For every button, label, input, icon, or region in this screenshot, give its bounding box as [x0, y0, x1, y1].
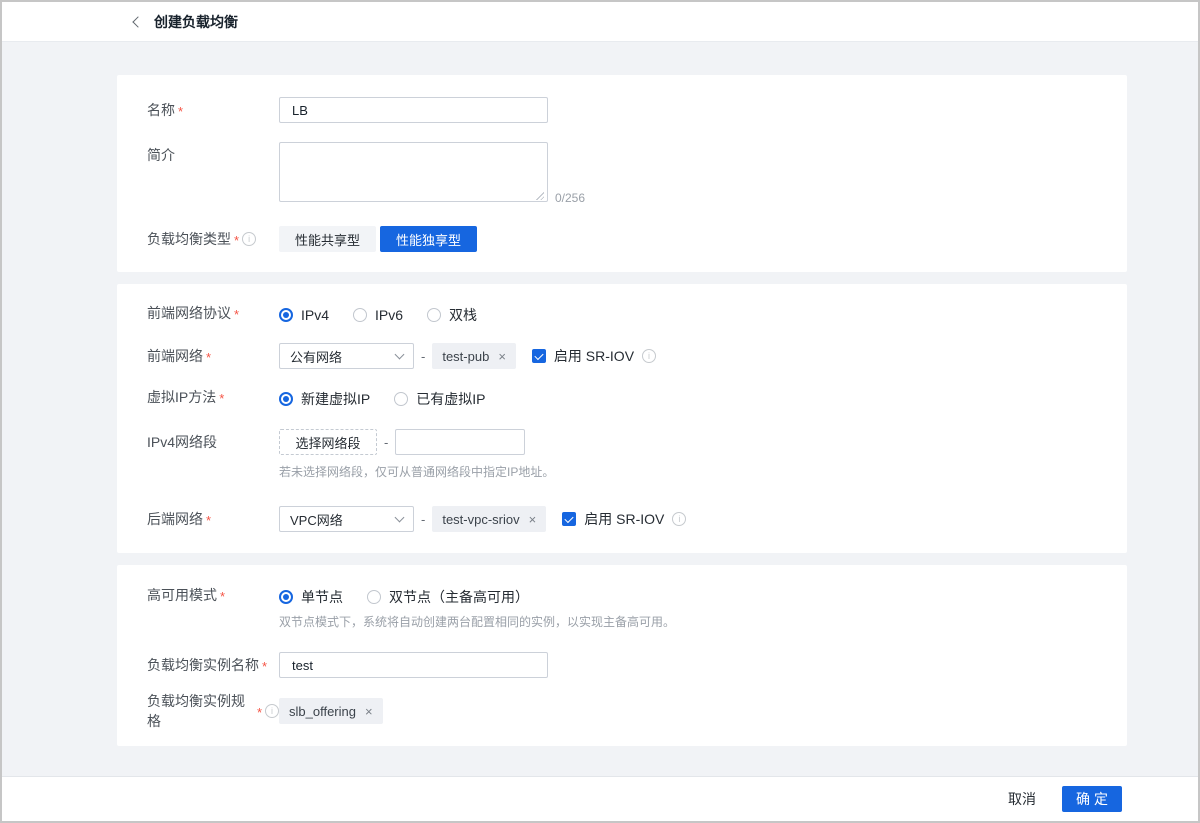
radio-icon: [279, 590, 293, 604]
back-button[interactable]: [126, 12, 146, 32]
basic-info-card: 名称* 简介 0/256 负载均衡类型*: [117, 75, 1127, 272]
name-input[interactable]: [279, 97, 548, 123]
close-icon[interactable]: ×: [365, 705, 373, 718]
char-counter: 0/256: [555, 191, 585, 207]
confirm-button[interactable]: 确定: [1062, 786, 1122, 812]
lb-type-shared-button[interactable]: 性能共享型: [279, 226, 376, 252]
ha-mode-label: 高可用模式*: [117, 587, 279, 603]
network-card: 前端网络协议* IPv4 IPv6 双栈: [117, 284, 1127, 553]
radio-new-vip[interactable]: 新建虚拟IP: [279, 389, 370, 409]
intro-textarea[interactable]: [279, 142, 548, 202]
required-mark: *: [262, 659, 267, 674]
chevron-down-icon: [395, 513, 405, 523]
frontend-sriov-checkbox[interactable]: 启用 SR-IOV: [532, 346, 634, 366]
checkbox-icon: [532, 349, 546, 363]
close-icon[interactable]: ×: [529, 513, 537, 526]
intro-label: 简介: [117, 142, 279, 168]
ha-mode-row: 高可用模式* 单节点 双节点（主备高可用） 双节点模式下，系统将自动创建两台配置: [117, 565, 1127, 630]
instance-name-input[interactable]: [279, 652, 548, 678]
instance-offering-row: 负载均衡实例规格* i slb_offering ×: [117, 698, 1127, 746]
radio-icon: [279, 308, 293, 322]
radio-icon: [427, 308, 441, 322]
intro-field-row: 简介 0/256: [117, 142, 1127, 207]
frontend-protocol-label: 前端网络协议*: [117, 305, 279, 321]
page-header: 创建负载均衡: [2, 2, 1198, 42]
backend-network-label: 后端网络*: [117, 506, 279, 532]
radio-dual-stack[interactable]: 双栈: [427, 305, 477, 325]
required-mark: *: [234, 307, 239, 322]
lb-type-label: 负载均衡类型* i: [117, 226, 279, 252]
instance-name-label: 负载均衡实例名称*: [117, 652, 279, 678]
form-body: 名称* 简介 0/256 负载均衡类型*: [2, 42, 1198, 776]
radio-single-node[interactable]: 单节点: [279, 587, 343, 607]
frontend-network-tag: test-pub ×: [432, 343, 516, 369]
required-mark: *: [206, 350, 211, 365]
ha-card: 高可用模式* 单节点 双节点（主备高可用） 双节点模式下，系统将自动创建两台配置: [117, 565, 1127, 746]
page-title: 创建负载均衡: [154, 12, 238, 32]
required-mark: *: [234, 233, 239, 248]
back-icon: [132, 16, 143, 27]
lb-type-row: 负载均衡类型* i 性能共享型 性能独享型: [117, 226, 1127, 272]
radio-icon: [367, 590, 381, 604]
vip-method-row: 虚拟IP方法* 新建虚拟IP 已有虚拟IP: [117, 389, 1127, 409]
instance-offering-tag: slb_offering ×: [279, 698, 383, 724]
name-label: 名称*: [117, 97, 279, 123]
required-mark: *: [220, 589, 225, 604]
required-mark: *: [178, 104, 183, 119]
frontend-network-row: 前端网络* 公有网络 - test-pub × 启用 SR-IOV: [117, 343, 1127, 369]
separator: -: [421, 512, 425, 527]
frontend-network-label: 前端网络*: [117, 343, 279, 369]
separator: -: [384, 435, 388, 450]
ha-mode-hint: 双节点模式下，系统将自动创建两台配置相同的实例，以实现主备高可用。: [279, 613, 675, 630]
close-icon[interactable]: ×: [498, 350, 506, 363]
separator: -: [421, 349, 425, 364]
radio-ipv6[interactable]: IPv6: [353, 307, 403, 323]
info-icon[interactable]: i: [265, 704, 279, 718]
radio-icon: [353, 308, 367, 322]
frontend-protocol-row: 前端网络协议* IPv4 IPv6 双栈: [117, 284, 1127, 325]
info-icon[interactable]: i: [672, 512, 686, 526]
ipv4-address-input[interactable]: [395, 429, 525, 455]
chevron-down-icon: [395, 350, 405, 360]
create-load-balancer-page: 创建负载均衡 名称* 简介 0/2: [0, 0, 1200, 823]
required-mark: *: [257, 705, 262, 720]
instance-offering-label: 负载均衡实例规格* i: [117, 698, 279, 724]
radio-ipv4[interactable]: IPv4: [279, 307, 329, 323]
choose-segment-button[interactable]: 选择网络段: [279, 429, 377, 455]
intro-textarea-wrap: [279, 142, 548, 207]
info-icon[interactable]: i: [242, 232, 256, 246]
required-mark: *: [206, 513, 211, 528]
radio-dual-node[interactable]: 双节点（主备高可用）: [367, 587, 529, 607]
info-icon[interactable]: i: [642, 349, 656, 363]
ipv4-segment-row: IPv4网络段 选择网络段 - 若未选择网络段，仅可从普通网络段中指定IP地址。: [117, 429, 1127, 480]
checkbox-icon: [562, 512, 576, 526]
cancel-button[interactable]: 取消: [1008, 789, 1036, 809]
vip-method-label: 虚拟IP方法*: [117, 389, 279, 405]
backend-network-tag: test-vpc-sriov ×: [432, 506, 546, 532]
radio-existing-vip[interactable]: 已有虚拟IP: [394, 389, 485, 409]
ipv4-segment-hint: 若未选择网络段，仅可从普通网络段中指定IP地址。: [279, 463, 554, 480]
name-field-row: 名称*: [117, 75, 1127, 123]
backend-sriov-checkbox[interactable]: 启用 SR-IOV: [562, 509, 664, 529]
frontend-network-select[interactable]: 公有网络: [279, 343, 414, 369]
required-mark: *: [219, 391, 224, 406]
ipv4-segment-label: IPv4网络段: [117, 429, 279, 455]
lb-type-dedicated-button[interactable]: 性能独享型: [380, 226, 477, 252]
backend-network-row: 后端网络* VPC网络 - test-vpc-sriov × 启用 SR-IOV: [117, 506, 1127, 553]
instance-name-row: 负载均衡实例名称*: [117, 652, 1127, 678]
backend-network-select[interactable]: VPC网络: [279, 506, 414, 532]
radio-icon: [394, 392, 408, 406]
page-footer: 取消 确定: [2, 776, 1198, 821]
radio-icon: [279, 392, 293, 406]
